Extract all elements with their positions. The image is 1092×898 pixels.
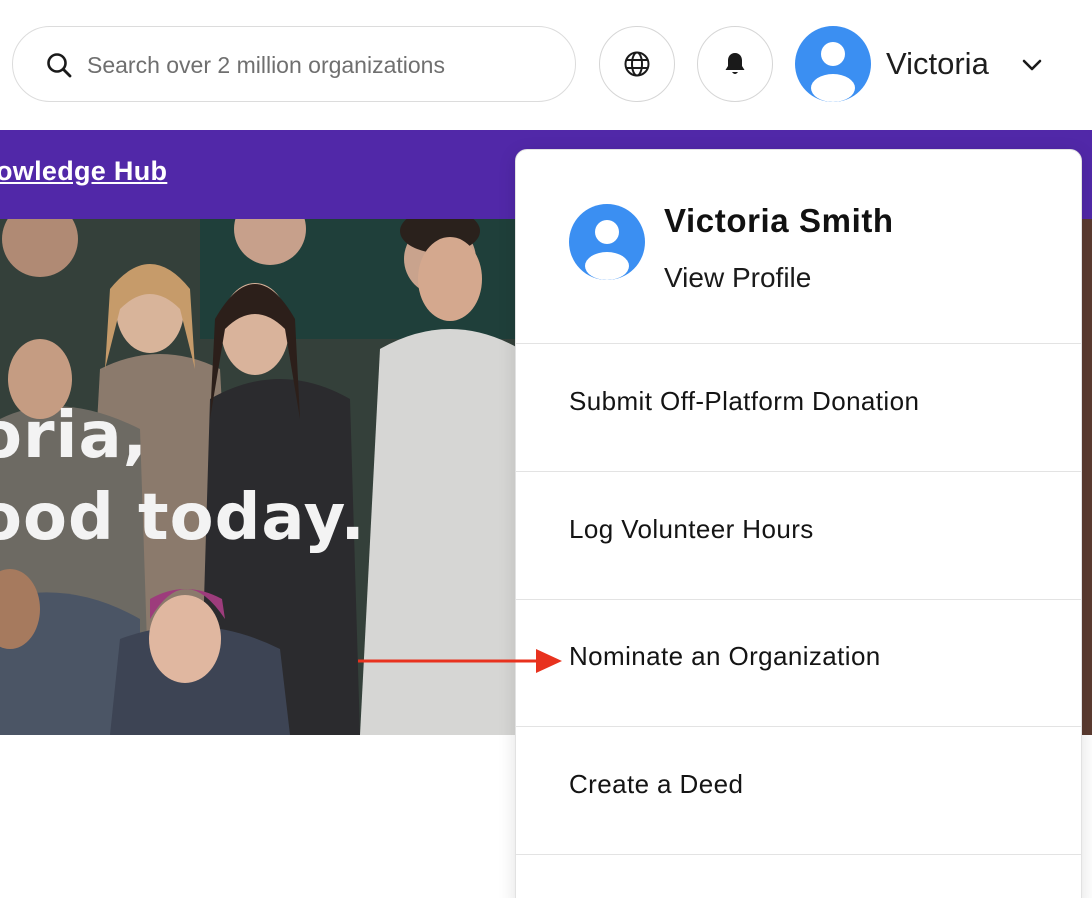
hero-heading: oria, ood today. — [0, 395, 366, 559]
menu-item-label: Submit Off-Platform Donation — [569, 386, 920, 416]
page: Victoria owledge Hub — [0, 0, 1092, 898]
menu-item-submit-donation[interactable]: Submit Off-Platform Donation — [516, 344, 1081, 472]
user-menu-button[interactable]: Victoria — [795, 26, 1065, 102]
notifications-button[interactable] — [697, 26, 773, 102]
profile-name: Victoria Smith — [664, 202, 894, 239]
menu-item-label: Nominate an Organization — [569, 641, 881, 671]
user-icon — [585, 220, 629, 280]
hero-line-1: oria, — [0, 399, 148, 473]
user-name: Victoria — [886, 46, 989, 81]
annotation-arrow-icon — [358, 649, 562, 673]
search-icon — [47, 53, 72, 78]
menu-item-label: Create a Deed — [569, 769, 744, 799]
search-bar[interactable] — [12, 26, 576, 102]
top-header: Victoria — [0, 0, 1092, 130]
avatar — [569, 204, 645, 280]
hero-line-2: ood today. — [0, 481, 366, 555]
user-icon — [811, 42, 855, 102]
bell-icon — [725, 53, 745, 74]
menu-item-nominate-organization[interactable]: Nominate an Organization — [516, 599, 1081, 727]
chevron-down-icon — [1022, 59, 1042, 71]
globe-icon — [624, 51, 650, 77]
menu-item-log-volunteer-hours[interactable]: Log Volunteer Hours — [516, 472, 1081, 600]
knowledge-hub-link[interactable]: owledge Hub — [0, 156, 167, 187]
menu-item-label: Log Volunteer Hours — [569, 514, 814, 544]
search-input[interactable] — [87, 45, 547, 85]
avatar — [795, 26, 871, 102]
user-dropdown-menu: Victoria Smith View Profile Submit Off-P… — [515, 149, 1082, 898]
view-profile-link[interactable]: View Profile — [664, 262, 811, 294]
menu-item-create-deed[interactable]: Create a Deed — [516, 727, 1081, 855]
language-button[interactable] — [599, 26, 675, 102]
profile-section: Victoria Smith View Profile — [516, 150, 1081, 344]
